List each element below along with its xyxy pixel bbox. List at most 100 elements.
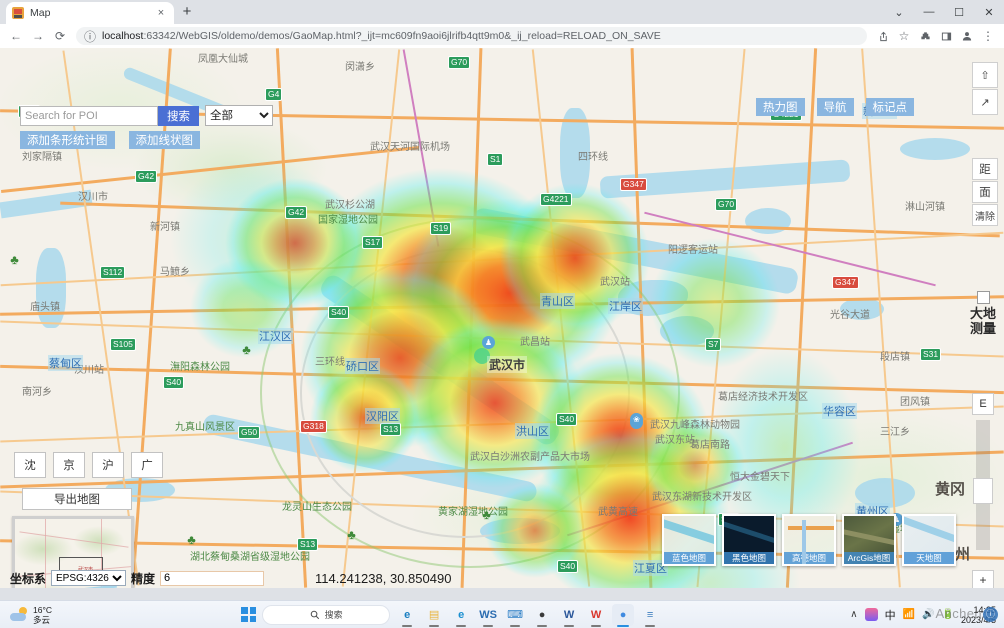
maximize-button[interactable]: ☐ <box>944 0 974 24</box>
precision-input[interactable] <box>160 570 265 586</box>
district-label: 青山区 <box>540 293 575 309</box>
measure-distance-button[interactable]: 距 <box>972 158 998 180</box>
volume-icon[interactable]: 🔊 <box>922 609 934 620</box>
share-icon[interactable] <box>873 26 893 46</box>
tab-search-icon[interactable]: ⌄ <box>884 0 914 24</box>
district-label: 蔡甸区 <box>48 355 83 371</box>
gitkraken-icon: ● <box>538 608 546 621</box>
map-viewport[interactable]: 武汉市 凤凰大仙城 闵潇乡 武汉天河国际机场 四环线 武汉杉公湖 国家湿地公园 阳逻客运站武… <box>0 48 1004 588</box>
taskbar-app-gitkraken[interactable]: ● <box>531 604 553 627</box>
basemap-option-blue[interactable]: 蓝色地图 <box>662 514 716 566</box>
map-place-label: 南河乡 <box>22 387 52 398</box>
ime-mode-label[interactable]: 中 <box>885 607 896 623</box>
park-tree-icon: ♣ <box>482 507 491 522</box>
minimize-button[interactable]: — <box>914 0 944 24</box>
battery-icon[interactable]: 🔋 <box>942 609 954 620</box>
basemap-option-tianditu[interactable]: 天地图 <box>902 514 956 566</box>
road-shield: G42 <box>285 206 308 219</box>
marker-button[interactable]: 标记点 <box>865 98 914 116</box>
ime-icon[interactable] <box>864 608 878 621</box>
basemap-option-arcgis[interactable]: ArcGis地图 <box>842 514 896 566</box>
station-icon: ♟ <box>482 336 495 349</box>
export-map-button[interactable]: 导出地图 <box>22 488 132 510</box>
city-button-guangzhou[interactable]: 广 <box>131 452 163 478</box>
weather-temperature: 16°C <box>33 604 52 615</box>
basemap-label: 黑色地图 <box>724 552 774 564</box>
map-place-label: 三江乡 <box>880 427 910 438</box>
wps-icon: W <box>590 608 602 621</box>
heatmap-button[interactable]: 热力图 <box>756 98 805 116</box>
road-shield: S40 <box>556 413 578 426</box>
toolbar-actions: ☆ ⋮ <box>873 26 998 46</box>
weather-widget[interactable]: 16°C 多云 <box>10 605 52 625</box>
network-icon[interactable]: 📶 <box>903 609 915 620</box>
close-window-button[interactable]: ✕ <box>974 0 1004 24</box>
crs-select[interactable]: EPSG:4326EPSG:3857 <box>51 570 127 586</box>
forward-icon[interactable]: → <box>28 26 48 46</box>
clear-measure-button[interactable]: 清除 <box>972 204 998 226</box>
start-button-icon[interactable] <box>241 607 257 622</box>
url-path: :63342/WebGIS/oldemo/demos/GaoMap.html?_… <box>143 30 661 42</box>
side-panel-icon[interactable] <box>936 26 956 46</box>
bookmark-star-icon[interactable]: ☆ <box>894 26 914 46</box>
basemap-option-gaode[interactable]: 高德地图 <box>782 514 836 566</box>
browser-tab[interactable]: Map × <box>6 2 174 24</box>
city-button-shenyang[interactable]: 沈 <box>14 452 46 478</box>
close-tab-icon[interactable]: × <box>154 7 168 19</box>
extensions-icon[interactable] <box>915 26 935 46</box>
taskbar-app-word[interactable]: W <box>558 604 580 627</box>
browser-menu-icon[interactable]: ⋮ <box>978 26 998 46</box>
station-icon: ❀ <box>630 413 643 426</box>
compass-direction-button[interactable]: E <box>972 393 994 415</box>
road-shield: S13 <box>380 423 402 436</box>
navigation-button[interactable]: 导航 <box>816 98 854 116</box>
taskbar-app-wps[interactable]: W <box>585 604 607 627</box>
add-bar-chart-button[interactable]: 添加条形统计图 <box>20 131 115 149</box>
taskbar-app-notepad[interactable]: ≡ <box>639 604 661 627</box>
add-line-chart-button[interactable]: 添加线状图 <box>128 131 200 149</box>
road-shield: G50 <box>238 426 261 439</box>
zoom-slider-thumb[interactable] <box>973 478 993 504</box>
city-button-shanghai[interactable]: 沪 <box>92 452 124 478</box>
taskbar-app-edge[interactable]: e <box>396 604 418 627</box>
pan-up-button[interactable]: ⇧ <box>972 62 998 88</box>
park-tree-icon: ♣ <box>187 532 196 547</box>
map-place-label: 光谷大道 <box>830 310 870 321</box>
basemap-label: 高德地图 <box>784 552 834 564</box>
road-shield: G70 <box>448 56 471 69</box>
city-button-beijing[interactable]: 京 <box>53 452 85 478</box>
taskbar-app-webstorm[interactable]: WS <box>477 604 499 627</box>
back-icon[interactable]: ← <box>6 26 26 46</box>
geodetic-checkbox[interactable] <box>977 291 990 304</box>
road-shield: S40 <box>163 376 185 389</box>
basemap-option-dark[interactable]: 黑色地图 <box>722 514 776 566</box>
map-place-label: 阳逻客运站 <box>668 245 718 256</box>
reload-icon[interactable]: ⟳ <box>50 26 70 46</box>
taskbar-search[interactable]: 搜索 <box>262 604 391 625</box>
taskbar-clock[interactable]: 14:35 2023/4/5 <box>961 605 996 625</box>
address-bar[interactable]: ⓘ localhost:63342/WebGIS/oldemo/demos/Ga… <box>76 27 867 45</box>
category-select[interactable]: 全部餐饮酒店风景 <box>205 105 273 126</box>
basemap-label: 蓝色地图 <box>664 552 714 564</box>
taskbar-app-chrome[interactable]: ● <box>612 603 635 627</box>
search-button[interactable]: 搜索 <box>158 105 199 126</box>
road-shield: S112 <box>100 266 126 279</box>
map-place-label: 凤凰大仙城 <box>198 54 248 65</box>
address-bar-url: localhost:63342/WebGIS/oldemo/demos/GaoM… <box>102 30 661 42</box>
expand-button[interactable]: ↗ <box>972 89 998 115</box>
system-tray: ∧ 中 📶 🔊 🔋 14:35 2023/4/5 <box>850 605 996 625</box>
zoom-slider[interactable] <box>973 420 993 550</box>
taskbar-app-vscode[interactable]: ⌨ <box>504 604 526 627</box>
taskbar-app-edge-2[interactable]: e <box>450 604 472 627</box>
measure-area-button[interactable]: 面 <box>972 181 998 203</box>
browser-toolbar: ← → ⟳ ⓘ localhost:63342/WebGIS/oldemo/de… <box>0 24 1004 48</box>
site-info-icon[interactable]: ⓘ <box>84 27 96 45</box>
tray-chevron-icon[interactable]: ∧ <box>850 609 857 620</box>
search-input[interactable] <box>20 105 158 126</box>
map-place-label: 潕阳森林公园 <box>170 362 230 373</box>
profile-icon[interactable] <box>957 26 977 46</box>
taskbar-app-file-explorer[interactable]: ▤ <box>423 604 445 627</box>
taskbar-center: 搜索 e ▤ e WS ⌨ ● W W ● ≡ <box>52 603 850 627</box>
new-tab-button[interactable]: + <box>174 2 200 24</box>
district-label: 江岸区 <box>608 298 643 314</box>
